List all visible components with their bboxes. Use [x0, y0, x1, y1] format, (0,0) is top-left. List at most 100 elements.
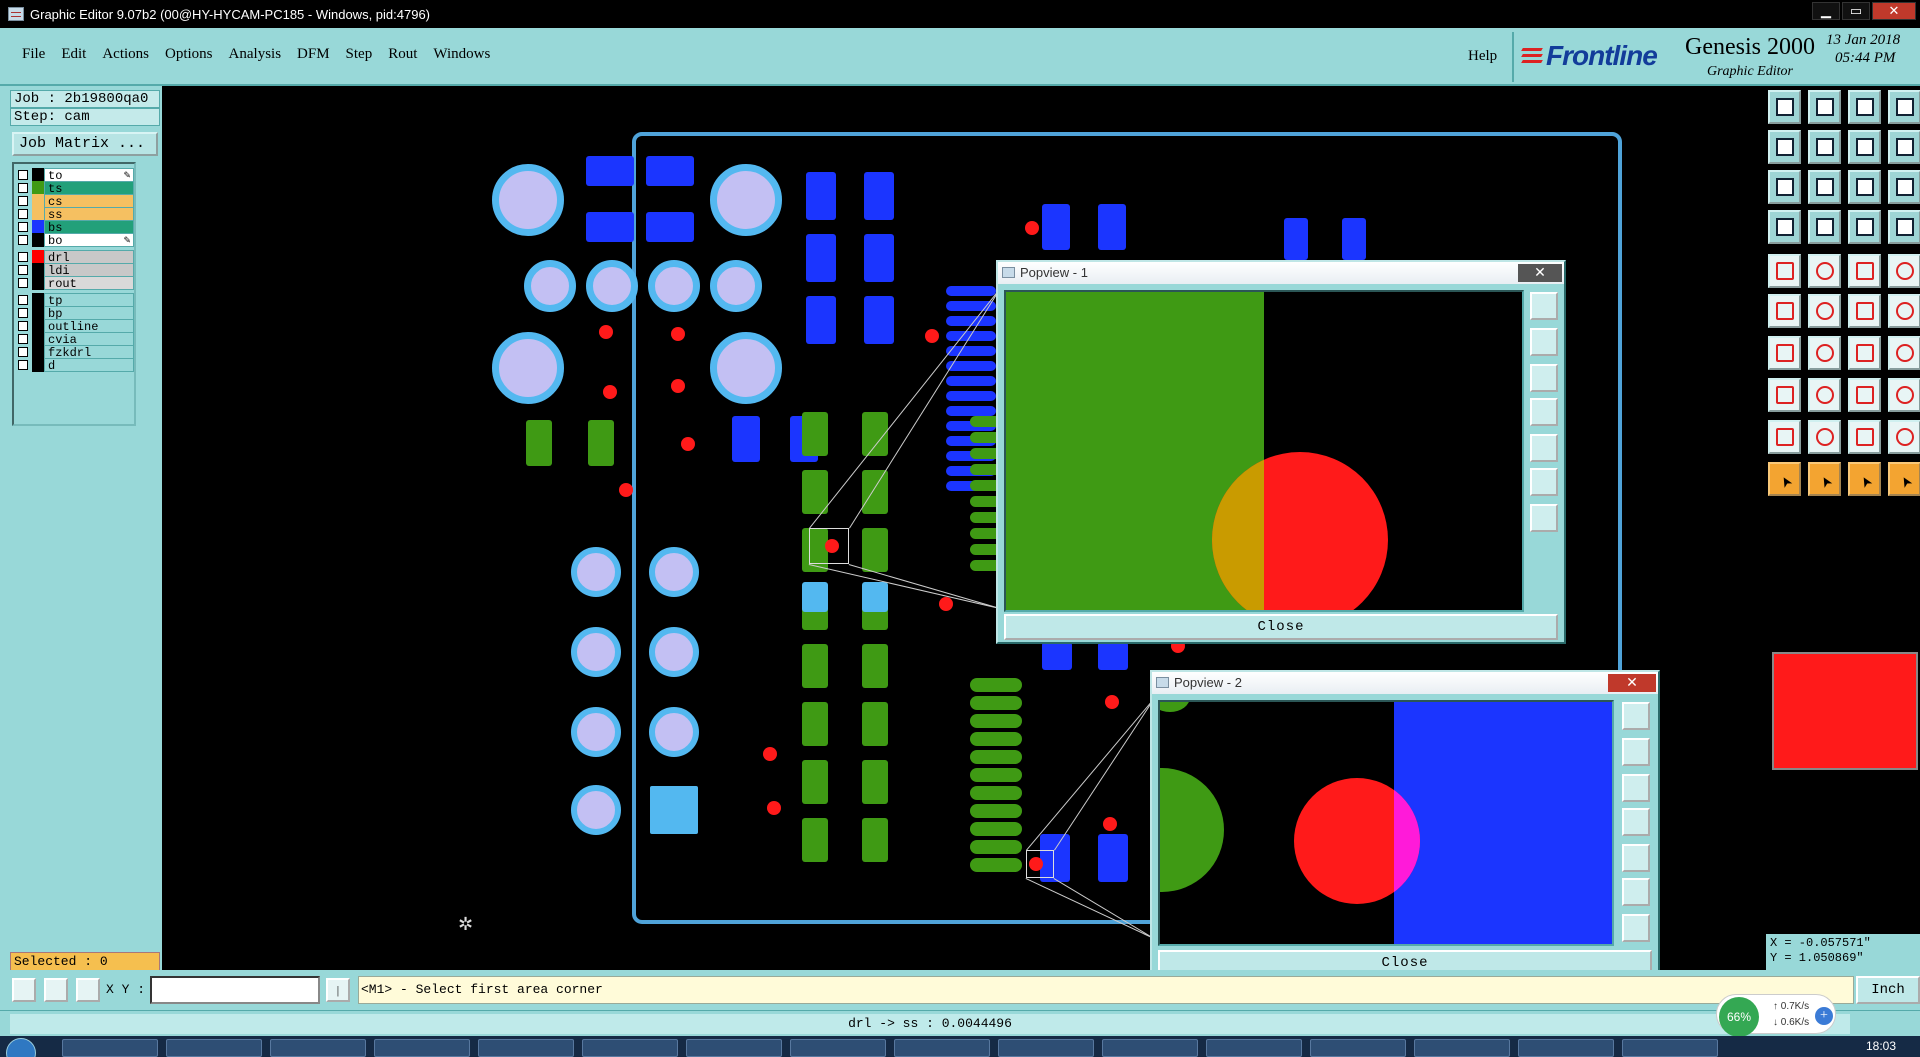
pointer-2-icon[interactable]: ➤ — [1808, 462, 1841, 496]
taskbar-item[interactable] — [1206, 1039, 1302, 1057]
measure-icon[interactable] — [1848, 210, 1881, 244]
layer-name[interactable]: d — [44, 358, 134, 372]
zoom-fit-icon[interactable] — [1768, 170, 1801, 204]
triangle-blue-2-icon[interactable] — [1888, 420, 1920, 454]
taskbar-item[interactable] — [62, 1039, 158, 1057]
measure-icon[interactable] — [44, 978, 68, 1002]
layer-name[interactable]: bo ✎ — [44, 233, 134, 247]
layer-row-tp[interactable]: tp — [18, 293, 134, 307]
popview-1-titlebar[interactable]: Popview - 1 — [998, 262, 1564, 284]
taskbar-item[interactable] — [1518, 1039, 1614, 1057]
pv-pan-left-icon[interactable] — [1622, 808, 1650, 836]
layer-name[interactable]: ts — [44, 181, 134, 195]
pv-pan-down-icon[interactable] — [1530, 364, 1558, 392]
net-icon[interactable] — [1888, 210, 1920, 244]
taskbar-item[interactable] — [1622, 1039, 1718, 1057]
menu-edit[interactable]: Edit — [61, 46, 86, 63]
zoom-page-icon[interactable] — [1888, 90, 1920, 124]
layer-name[interactable]: outline — [44, 319, 134, 333]
layer-row-d[interactable]: d — [18, 358, 134, 372]
layer-name[interactable]: ldi — [44, 263, 134, 277]
menu-actions[interactable]: Actions — [102, 46, 149, 63]
layer-row-to[interactable]: to ✎ — [18, 168, 134, 182]
pv-zoom-in-icon[interactable] — [1530, 468, 1558, 496]
arc-tool-icon[interactable] — [1848, 336, 1881, 370]
layer-name[interactable]: bp — [44, 306, 134, 320]
copy-pad-icon[interactable] — [1888, 378, 1920, 412]
layer-row-bs[interactable]: bs — [18, 220, 134, 234]
text-tool-icon[interactable] — [1888, 336, 1920, 370]
layer-row-ldi[interactable]: ldi — [18, 263, 134, 277]
popview-1-close-button[interactable]: Close — [1004, 614, 1558, 640]
layer-row-rout[interactable]: rout — [18, 276, 134, 290]
menu-rout[interactable]: Rout — [388, 46, 417, 63]
layer-checkbox[interactable] — [18, 334, 28, 344]
zoom-window-icon[interactable] — [1848, 90, 1881, 124]
pan-right-icon[interactable] — [1808, 130, 1841, 164]
triangle-red-icon[interactable] — [1768, 420, 1801, 454]
menu-dfm[interactable]: DFM — [297, 46, 330, 63]
layer-row-ts[interactable]: ts — [18, 181, 134, 195]
layer-checkbox[interactable] — [18, 222, 28, 232]
taskbar-item[interactable] — [686, 1039, 782, 1057]
job-matrix-button[interactable]: Job Matrix ... — [12, 132, 158, 156]
help-icon[interactable] — [1888, 130, 1920, 164]
layer-row-cs[interactable]: cs — [18, 194, 134, 208]
layer-checkbox[interactable] — [18, 308, 28, 318]
popview-2-titlebar[interactable]: Popview - 2 — [1152, 672, 1658, 694]
draw-line-icon[interactable] — [1768, 336, 1801, 370]
draw-red-line-icon[interactable] — [1808, 336, 1841, 370]
pointer-4-icon[interactable]: ➤ — [1888, 462, 1920, 496]
zoom-1to1-icon[interactable] — [1848, 170, 1881, 204]
pv-zoom-home-icon[interactable] — [1530, 292, 1558, 320]
pan-left-icon[interactable] — [1768, 130, 1801, 164]
layer-checkbox[interactable] — [18, 265, 28, 275]
layer-name[interactable]: drl — [44, 250, 134, 264]
layer-name[interactable]: fzkdrl — [44, 345, 134, 359]
pv-pan-right-icon[interactable] — [1530, 434, 1558, 462]
menu-step[interactable]: Step — [346, 46, 373, 63]
layer-checkbox[interactable] — [18, 295, 28, 305]
layer-row-bo[interactable]: bo ✎ — [18, 233, 134, 247]
zoom-back-icon[interactable] — [1808, 90, 1841, 124]
pv-zoom-out-icon[interactable] — [1622, 914, 1650, 942]
popview-2-close-icon[interactable]: ✕ — [1608, 674, 1656, 692]
grid-icon[interactable] — [1808, 210, 1841, 244]
add-line-icon[interactable] — [1888, 294, 1920, 328]
layer-name[interactable]: cvia — [44, 332, 134, 346]
menu-analysis[interactable]: Analysis — [229, 46, 282, 63]
layer-checkbox[interactable] — [18, 196, 28, 206]
pv-pan-right-icon[interactable] — [1622, 844, 1650, 872]
taskbar-item[interactable] — [270, 1039, 366, 1057]
layer-name[interactable]: to ✎ — [44, 168, 134, 182]
layer-checkbox[interactable] — [18, 252, 28, 262]
layer-name[interactable]: ss — [44, 207, 134, 221]
popview-1-window[interactable]: Popview - 1 ✕ Close — [996, 260, 1566, 644]
network-speed-widget[interactable]: 66% ↑ 0.7K/s ↓ 0.6K/s + — [1716, 994, 1836, 1037]
layer-checkbox[interactable] — [18, 209, 28, 219]
minimize-button[interactable]: ▁ — [1812, 2, 1840, 20]
layer-name[interactable]: bs — [44, 220, 134, 234]
layer-row-ss[interactable]: ss — [18, 207, 134, 221]
taskbar-item[interactable] — [998, 1039, 1094, 1057]
layer-row-outline[interactable]: outline — [18, 319, 134, 333]
layer-checkbox[interactable] — [18, 278, 28, 288]
taskbar-item[interactable] — [1102, 1039, 1198, 1057]
layer-checkbox[interactable] — [18, 170, 28, 180]
grid-icon[interactable] — [76, 978, 100, 1002]
layer-row-bp[interactable]: bp — [18, 306, 134, 320]
pv-zoom-home-icon[interactable] — [1622, 702, 1650, 730]
popview-1-view[interactable] — [1004, 290, 1524, 612]
add-arc-icon[interactable] — [1848, 294, 1881, 328]
pv-pan-up-icon[interactable] — [1530, 328, 1558, 356]
node-icon[interactable] — [1808, 294, 1841, 328]
layer-row-drl[interactable]: drl — [18, 250, 134, 264]
menu-options[interactable]: Options — [165, 46, 213, 63]
layer-row-cvia[interactable]: cvia — [18, 332, 134, 346]
xy-apply-button[interactable]: | — [326, 978, 350, 1002]
flip-icon[interactable] — [1848, 130, 1881, 164]
pv-zoom-out-icon[interactable] — [1530, 504, 1558, 532]
network-plus-icon[interactable]: + — [1815, 1007, 1833, 1025]
menu-help[interactable]: Help — [1468, 48, 1497, 65]
zoom-home-icon[interactable] — [1768, 90, 1801, 124]
